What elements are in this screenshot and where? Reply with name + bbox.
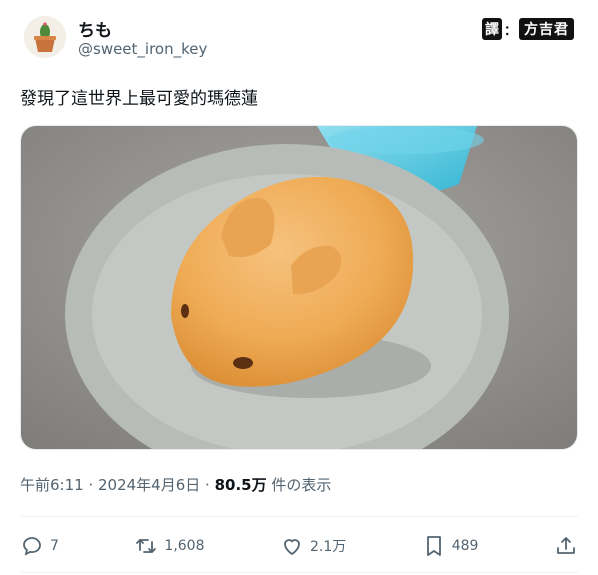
badge-left: 譯 xyxy=(481,18,502,40)
like-button[interactable]: 2.1万 xyxy=(280,534,346,558)
bookmark-count: 489 xyxy=(451,538,479,554)
avatar[interactable] xyxy=(24,16,66,58)
retweet-icon xyxy=(136,539,157,553)
reply-icon xyxy=(23,537,41,556)
badge-right: 方吉君 xyxy=(519,18,574,40)
reply-count: 7 xyxy=(50,538,59,554)
bookmark-icon xyxy=(426,536,441,556)
heart-icon xyxy=(284,539,300,555)
badge-dot: ： xyxy=(503,23,517,39)
tweet-photo[interactable] xyxy=(20,125,578,450)
divider xyxy=(20,516,578,517)
meta-separator: · xyxy=(200,476,215,494)
divider xyxy=(20,572,578,573)
meta-separator: · xyxy=(83,476,98,494)
view-label: 件の表示 xyxy=(266,476,332,494)
tweet-header: ちも @sweet_iron_key 譯 ： 方吉君 xyxy=(20,16,580,64)
like-count: 2.1万 xyxy=(309,539,347,555)
reply-button[interactable]: 7 xyxy=(20,534,59,558)
retweet-button[interactable]: 1,608 xyxy=(134,534,205,558)
translator-badge: 譯 ： 方吉君 xyxy=(481,18,574,40)
tweet-actions: 7 1,608 2.1万 489 xyxy=(20,522,578,570)
tweet-time[interactable]: 午前6:11 xyxy=(20,476,84,494)
display-name[interactable]: ちも xyxy=(78,16,112,41)
tweet-date[interactable]: 2024年4月6日 xyxy=(98,476,200,494)
retweet-count: 1,608 xyxy=(164,538,205,554)
tweet-meta: 午前6:11 · 2024年4月6日 · 80.5万 件の表示 xyxy=(20,474,331,495)
share-button[interactable] xyxy=(554,534,578,558)
view-count: 80.5万 xyxy=(214,476,267,494)
share-icon xyxy=(557,537,575,554)
bookmark-button[interactable]: 489 xyxy=(422,534,479,558)
handle[interactable]: @sweet_iron_key xyxy=(78,40,207,58)
tweet-text: 發現了這世界上最可愛的瑪德蓮 xyxy=(20,89,258,109)
